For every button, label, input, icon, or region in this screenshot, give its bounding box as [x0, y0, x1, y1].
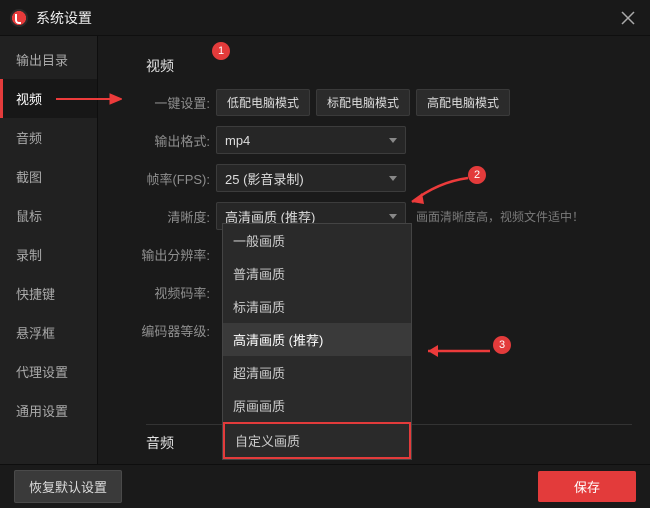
- label-preset: 一键设置:: [116, 93, 216, 112]
- clarity-option[interactable]: 高清画质 (推荐): [223, 323, 411, 356]
- titlebar: 系统设置: [0, 0, 650, 36]
- label-encoder: 编码器等级:: [116, 321, 216, 340]
- row-preset: 一键设置: 低配电脑模式 标配电脑模式 高配电脑模式: [116, 88, 632, 116]
- label-output-format: 输出格式:: [116, 131, 216, 150]
- sidebar-item-hotkey[interactable]: 快捷键: [0, 274, 97, 313]
- sidebar-item-output-dir[interactable]: 输出目录: [0, 40, 97, 79]
- sidebar-item-record[interactable]: 录制: [0, 235, 97, 274]
- output-format-select[interactable]: mp4: [216, 126, 406, 154]
- main-panel: 视频 一键设置: 低配电脑模式 标配电脑模式 高配电脑模式 输出格式: mp4 …: [98, 36, 650, 464]
- clarity-option[interactable]: 原画画质: [223, 389, 411, 422]
- clarity-option[interactable]: 超清画质: [223, 356, 411, 389]
- clarity-option-custom[interactable]: 自定义画质: [223, 422, 411, 459]
- restore-defaults-button[interactable]: 恢复默认设置: [14, 470, 122, 503]
- sidebar-item-label: 截图: [16, 170, 42, 185]
- chevron-down-icon: [389, 176, 397, 181]
- sidebar-item-mouse[interactable]: 鼠标: [0, 196, 97, 235]
- label-bitrate: 视频码率:: [116, 283, 216, 302]
- close-icon: [621, 11, 635, 25]
- chevron-down-icon: [389, 214, 397, 219]
- annotation-arrow-icon: [414, 342, 492, 360]
- label-clarity: 清晰度:: [116, 207, 216, 226]
- close-button[interactable]: [616, 6, 640, 30]
- label-fps: 帧率(FPS):: [116, 169, 216, 188]
- body: 输出目录 视频 音频 截图 鼠标 录制 快捷键 悬浮框 代理设置 通用设置 视频…: [0, 36, 650, 464]
- sidebar-item-video[interactable]: 视频: [0, 79, 97, 118]
- preset-low-button[interactable]: 低配电脑模式: [216, 89, 310, 116]
- preset-high-button[interactable]: 高配电脑模式: [416, 89, 510, 116]
- clarity-option[interactable]: 普清画质: [223, 257, 411, 290]
- sidebar-item-label: 录制: [16, 248, 42, 263]
- clarity-option[interactable]: 标清画质: [223, 290, 411, 323]
- sidebar-item-label: 视频: [16, 92, 42, 107]
- sidebar-item-general[interactable]: 通用设置: [0, 391, 97, 430]
- sidebar-item-label: 代理设置: [16, 365, 68, 380]
- row-fps: 帧率(FPS): 25 (影音录制): [116, 164, 632, 192]
- sidebar-item-overlay[interactable]: 悬浮框: [0, 313, 97, 352]
- row-output-format: 输出格式: mp4: [116, 126, 632, 154]
- sidebar-item-screenshot[interactable]: 截图: [0, 157, 97, 196]
- select-value: 25 (影音录制): [225, 169, 304, 188]
- sidebar-item-audio[interactable]: 音频: [0, 118, 97, 157]
- window-title: 系统设置: [36, 8, 92, 28]
- settings-window: 系统设置 输出目录 视频 音频 截图 鼠标 录制 快捷键 悬浮框 代理设置 通用…: [0, 0, 650, 508]
- select-value: mp4: [225, 133, 250, 148]
- footer: 恢复默认设置 保存: [0, 464, 650, 508]
- label-resolution: 输出分辨率:: [116, 245, 216, 264]
- fps-select[interactable]: 25 (影音录制): [216, 164, 406, 192]
- sidebar-item-label: 输出目录: [16, 53, 68, 68]
- chevron-down-icon: [389, 138, 397, 143]
- clarity-option[interactable]: 一般画质: [223, 224, 411, 257]
- clarity-hint: 画面清晰度高，视频文件适中！: [416, 208, 584, 225]
- save-button[interactable]: 保存: [538, 471, 636, 502]
- sidebar: 输出目录 视频 音频 截图 鼠标 录制 快捷键 悬浮框 代理设置 通用设置: [0, 36, 98, 464]
- sidebar-item-label: 快捷键: [16, 287, 55, 302]
- sidebar-item-proxy[interactable]: 代理设置: [0, 352, 97, 391]
- section-title-video: 视频: [146, 56, 632, 76]
- clarity-dropdown: 一般画质 普清画质 标清画质 高清画质 (推荐) 超清画质 原画画质 自定义画质: [222, 223, 412, 460]
- sidebar-item-label: 音频: [16, 131, 42, 146]
- preset-standard-button[interactable]: 标配电脑模式: [316, 89, 410, 116]
- sidebar-item-label: 通用设置: [16, 404, 68, 419]
- sidebar-item-label: 悬浮框: [16, 326, 55, 341]
- app-logo-icon: [10, 9, 28, 27]
- sidebar-item-label: 鼠标: [16, 209, 42, 224]
